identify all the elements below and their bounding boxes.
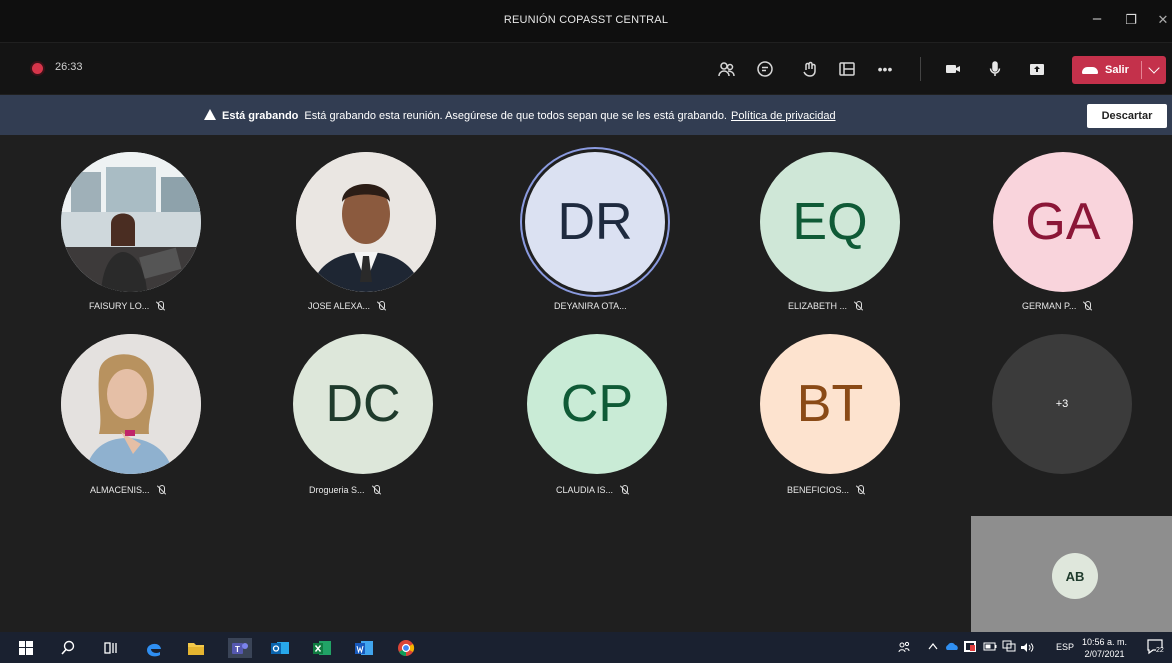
participant-photo: [61, 334, 201, 474]
camera-off-icon[interactable]: [938, 55, 968, 83]
participant-name: Drogueria S...: [309, 485, 381, 495]
title-bar: REUNIÓN COPASST CENTRAL – ❐ ✕: [0, 0, 1172, 42]
file-explorer-icon[interactable]: [186, 638, 206, 658]
self-avatar: AB: [1052, 553, 1098, 599]
windows-start-icon[interactable]: [16, 638, 36, 658]
leave-button[interactable]: Salir: [1072, 56, 1166, 84]
participant-name: ELIZABETH ...: [788, 301, 863, 311]
taskbar-clock[interactable]: 10:56 a. m. 2/07/2021: [1082, 636, 1127, 660]
clock-date: 2/07/2021: [1084, 649, 1125, 659]
participant-avatar[interactable]: [61, 334, 201, 474]
banner-title: Está grabando: [222, 110, 299, 122]
window-title: REUNIÓN COPASST CENTRAL: [503, 14, 669, 26]
participant-name: FAISURY LO...: [89, 301, 165, 311]
participant-name: ALMACENIS...: [90, 485, 166, 495]
minimize-icon[interactable]: –: [1082, 10, 1112, 27]
svg-text:T: T: [235, 645, 240, 654]
leave-label: Salir: [1105, 64, 1129, 76]
meeting-toolbar: 26:33 ••• Salir: [0, 42, 1172, 94]
mic-muted-icon: [854, 301, 863, 311]
task-view-icon[interactable]: [101, 638, 121, 658]
mic-muted-icon: [156, 301, 165, 311]
participant-name: CLAUDIA IS...: [556, 485, 629, 495]
onedrive-icon[interactable]: [945, 642, 959, 653]
battery-icon[interactable]: [983, 642, 997, 653]
notification-count: 22: [1156, 647, 1164, 654]
chevron-down-icon[interactable]: [1148, 62, 1160, 74]
recording-banner: Está grabando Está grabando esta reunión.…: [0, 95, 1172, 135]
people-icon[interactable]: [898, 641, 910, 655]
notification-center-icon[interactable]: 22: [1146, 637, 1166, 659]
participant-avatar[interactable]: DC: [293, 334, 433, 474]
close-icon[interactable]: ✕: [1148, 12, 1172, 28]
privacy-policy-link[interactable]: Política de privacidad: [731, 110, 836, 122]
mic-muted-icon: [856, 485, 865, 495]
mic-muted-icon: [377, 301, 386, 311]
mic-muted-icon: [157, 485, 166, 495]
volume-icon[interactable]: [1020, 642, 1034, 655]
mic-muted-icon: [372, 485, 381, 495]
mic-muted-icon: [1083, 301, 1092, 311]
participant-name: DEYANIRA OTA...: [554, 301, 627, 311]
restore-icon[interactable]: ❐: [1116, 12, 1146, 28]
participant-photo: [61, 152, 201, 292]
excel-icon[interactable]: [312, 638, 332, 658]
participants-icon[interactable]: [712, 55, 742, 83]
search-icon[interactable]: [58, 638, 78, 658]
more-participants-tile[interactable]: +3: [992, 334, 1132, 474]
warning-icon: [204, 109, 216, 120]
banner-message: Está grabando esta reunión. Asegúrese de…: [304, 110, 727, 122]
word-icon[interactable]: [354, 638, 374, 658]
toolbar-divider: [920, 57, 921, 81]
participant-name: BENEFICIOS...: [787, 485, 865, 495]
participant-avatar[interactable]: GA: [993, 152, 1133, 292]
breakout-rooms-icon[interactable]: [832, 55, 862, 83]
input-language-indicator[interactable]: ESP: [1056, 642, 1074, 652]
chrome-icon[interactable]: [396, 638, 416, 658]
hang-up-icon: [1082, 66, 1098, 74]
participant-name: GERMAN P...: [1022, 301, 1092, 311]
teams-icon[interactable]: T: [228, 638, 252, 658]
dismiss-button[interactable]: Descartar: [1087, 104, 1167, 128]
participant-avatar-active-speaker[interactable]: DR: [525, 152, 665, 292]
edge-browser-icon[interactable]: [144, 638, 164, 658]
reactions-icon[interactable]: [795, 55, 825, 83]
participant-avatar[interactable]: [296, 152, 436, 292]
chat-icon[interactable]: [750, 55, 780, 83]
participant-avatar[interactable]: CP: [527, 334, 667, 474]
more-actions-icon[interactable]: •••: [870, 55, 900, 83]
share-screen-icon[interactable]: [1022, 55, 1052, 83]
participant-photo: [296, 152, 436, 292]
outlook-icon[interactable]: [270, 638, 290, 658]
windows-taskbar: T ESP 10:56 a. m. 2/07/2021 22: [0, 632, 1172, 663]
network-icon[interactable]: [1002, 640, 1016, 655]
participant-avatar[interactable]: [61, 152, 201, 292]
recording-indicator-icon: [32, 63, 43, 74]
microphone-icon[interactable]: [980, 55, 1010, 83]
participant-avatar[interactable]: EQ: [760, 152, 900, 292]
participant-name: JOSE ALEXA...: [308, 301, 386, 311]
antivirus-icon[interactable]: [963, 640, 977, 655]
mic-muted-icon: [620, 485, 629, 495]
chevron-up-icon[interactable]: [928, 642, 938, 652]
clock-time: 10:56 a. m.: [1082, 637, 1128, 647]
meeting-timer: 26:33: [55, 61, 83, 73]
teams-meeting-window: REUNIÓN COPASST CENTRAL – ❐ ✕ 26:33 •••: [0, 0, 1172, 663]
participant-avatar[interactable]: BT: [760, 334, 900, 474]
